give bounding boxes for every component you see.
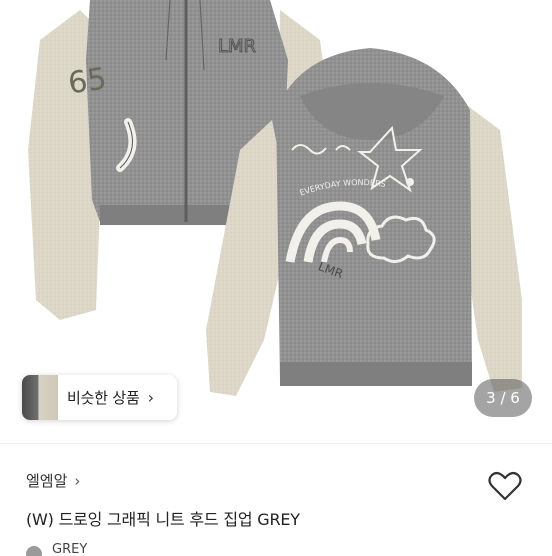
- color-label: GREY: [52, 542, 88, 556]
- image-page-counter: 3 / 6: [474, 379, 532, 417]
- svg-text:LMR: LMR: [218, 36, 256, 57]
- color-swatch: [26, 546, 42, 556]
- product-title: (W) 드로잉 그래픽 니트 후드 집업 GREY: [26, 510, 300, 529]
- similar-products-button[interactable]: 비슷한 상품 ›: [22, 375, 177, 420]
- svg-text:65: 65: [66, 62, 109, 102]
- chevron-right-icon: ›: [74, 471, 81, 490]
- similar-products-label: 비슷한 상품: [67, 389, 140, 407]
- section-divider: [0, 443, 552, 444]
- similar-products-thumbnail: [22, 375, 58, 420]
- color-option[interactable]: GREY: [26, 542, 87, 556]
- chevron-right-icon: ›: [147, 388, 154, 407]
- brand-name: 엘엠알: [26, 472, 68, 490]
- wishlist-button[interactable]: [484, 466, 526, 506]
- product-image-gallery[interactable]: LMR 65 EVERYDAY WONDERS LMR 비슷한 상품 › 3 /…: [0, 0, 552, 443]
- brand-link[interactable]: 엘엠알 ›: [26, 470, 80, 491]
- heart-outline-icon: [488, 471, 522, 501]
